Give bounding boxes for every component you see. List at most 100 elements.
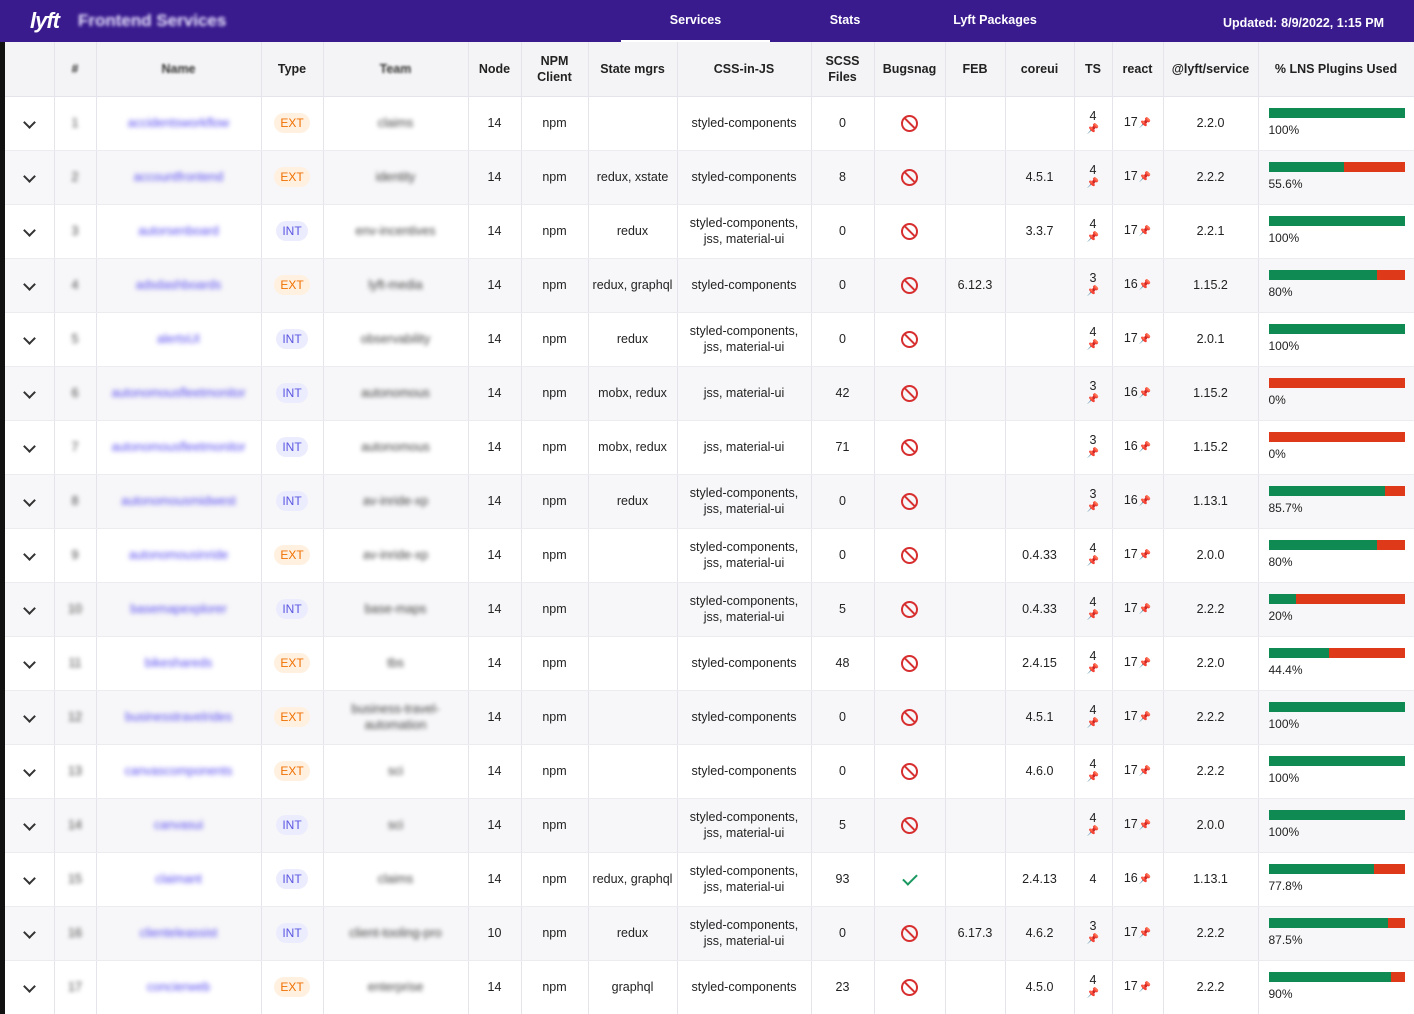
col-bugsnag[interactable]: Bugsnag [874,42,946,97]
service-name-link[interactable]: bikeshareds [145,656,212,670]
col-state-mgrs[interactable]: State mgrs [588,42,678,97]
service-name-link[interactable]: businesstravelrides [125,710,232,724]
expand-cell[interactable] [5,366,55,421]
service-name[interactable]: adsdashboards [96,258,262,313]
lns-plugins-cell: 100% [1258,312,1414,367]
service-name-link[interactable]: accountfrontend [134,170,224,184]
type-badge: EXT [274,113,310,133]
type-badge: EXT [274,977,310,997]
chevron-down-icon[interactable] [22,116,36,129]
chevron-down-icon[interactable] [22,656,36,669]
service-name-link[interactable]: claimant [155,872,202,886]
col-feb[interactable]: FEB [945,42,1006,97]
col-node[interactable]: Node [468,42,522,97]
service-name[interactable]: autonomousmidwest [96,474,262,529]
service-name[interactable]: clienteleassist [96,906,262,961]
table-row: 7 autonomousfleetmonitor INT autonomous 14 np… [5,420,1414,475]
chevron-down-icon[interactable] [22,926,36,939]
scss-files-cell: 0 [811,744,875,799]
service-name[interactable]: claimant [96,852,262,907]
node-cell: 14 [468,798,522,853]
expand-cell[interactable] [5,690,55,745]
col-type[interactable]: Type [261,42,324,97]
col-lns-plugins[interactable]: % LNS Plugins Used [1258,42,1414,97]
chevron-down-icon[interactable] [22,224,36,237]
service-name-link[interactable]: accidentsworkflow [128,116,229,130]
expand-cell[interactable] [5,312,55,367]
tab-services[interactable]: Services [621,0,770,42]
chevron-down-icon[interactable] [22,170,36,183]
row-number: 16 [54,906,97,961]
lns-percent: 80% [1268,555,1293,569]
expand-cell[interactable] [5,150,55,205]
service-name-link[interactable]: concierweb [147,980,210,994]
expand-cell[interactable] [5,582,55,637]
service-name-link[interactable]: canvascomponents [125,764,233,778]
expand-cell[interactable] [5,96,55,151]
service-name-link[interactable]: alertsUI [157,332,200,346]
expand-cell[interactable] [5,744,55,799]
service-name-link[interactable]: autonomousfleetmonitor [111,386,245,400]
chevron-down-icon[interactable] [22,602,36,615]
lyft-logo[interactable]: lyft [30,8,60,34]
expand-cell[interactable] [5,636,55,691]
col-name[interactable]: Name [96,42,262,97]
expand-cell[interactable] [5,960,55,1014]
expand-cell[interactable] [5,474,55,529]
expand-cell[interactable] [5,906,55,961]
chevron-down-icon[interactable] [22,818,36,831]
expand-cell[interactable] [5,420,55,475]
chevron-down-icon[interactable] [22,386,36,399]
service-name[interactable]: basemapexplorer [96,582,262,637]
expand-cell[interactable] [5,852,55,907]
chevron-down-icon[interactable] [22,440,36,453]
chevron-down-icon[interactable] [22,494,36,507]
service-name-link[interactable]: canvasui [154,818,203,832]
chevron-down-icon[interactable] [22,548,36,561]
col-lyft-service[interactable]: @lyft/service [1163,42,1259,97]
service-name-link[interactable]: basemapexplorer [130,602,227,616]
col-scss-files[interactable]: SCSS Files [811,42,875,97]
col-css-in-js[interactable]: CSS-in-JS [677,42,812,97]
tab-stats[interactable]: Stats [800,0,890,42]
tab-lyft-packages[interactable]: Lyft Packages [940,0,1050,42]
service-name-link[interactable]: autonomousfleetmonitor [111,440,245,454]
col-team[interactable]: Team [323,42,469,97]
expand-cell[interactable] [5,798,55,853]
service-name-link[interactable]: adsdashboards [136,278,221,292]
service-name[interactable]: autonomousfleetmonitor [96,366,262,421]
feb-cell [945,960,1006,1014]
service-name-link[interactable]: clienteleassist [140,926,218,940]
chevron-down-icon[interactable] [22,710,36,723]
col-ts[interactable]: TS [1074,42,1113,97]
expand-cell[interactable] [5,528,55,583]
service-name[interactable]: alertsUI [96,312,262,367]
scss-files-cell: 0 [811,258,875,313]
expand-cell[interactable] [5,258,55,313]
col-react[interactable]: react [1112,42,1164,97]
service-name-link[interactable]: autonomousinride [129,548,228,562]
chevron-down-icon[interactable] [22,980,36,993]
service-name[interactable]: canvascomponents [96,744,262,799]
chevron-down-icon[interactable] [22,764,36,777]
service-name[interactable]: canvasui [96,798,262,853]
chevron-down-icon[interactable] [22,332,36,345]
service-name[interactable]: businesstravelrides [96,690,262,745]
service-name[interactable]: bikeshareds [96,636,262,691]
service-name-link[interactable]: autonomousmidwest [121,494,236,508]
service-name[interactable]: autorsenboard [96,204,262,259]
chevron-down-icon[interactable] [22,872,36,885]
css-in-js-cell: styled-components, jss, material-ui [677,906,812,961]
service-name[interactable]: accidentsworkflow [96,96,262,151]
col-number[interactable]: # [54,42,97,97]
service-name[interactable]: autonomousfleetmonitor [96,420,262,475]
lns-progress-fill [1268,540,1378,550]
service-name[interactable]: accountfrontend [96,150,262,205]
service-name-link[interactable]: autorsenboard [138,224,219,238]
col-coreui[interactable]: coreui [1005,42,1075,97]
service-name[interactable]: autonomousinride [96,528,262,583]
col-npm-client[interactable]: NPM Client [521,42,589,97]
chevron-down-icon[interactable] [22,278,36,291]
expand-cell[interactable] [5,204,55,259]
service-name[interactable]: concierweb [96,960,262,1014]
